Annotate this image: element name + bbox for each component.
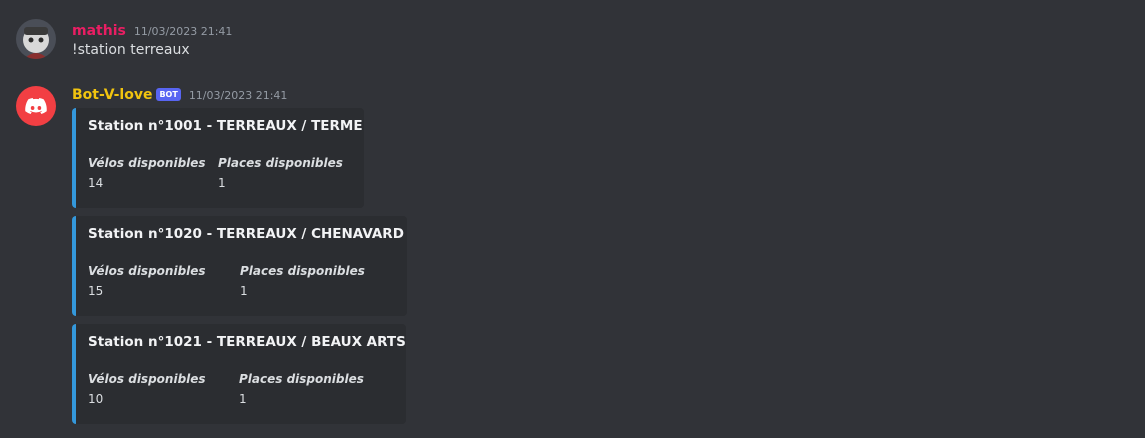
- bot-tag: BOT: [156, 88, 181, 101]
- station-embed: Station n°1020 - TERREAUX / CHENAVARD Vé…: [72, 216, 407, 316]
- timestamp[interactable]: 11/03/2023 21:41: [189, 89, 288, 102]
- station-embed: Station n°1001 - TERREAUX / TERME Vélos …: [72, 108, 364, 208]
- field-value: 1: [240, 284, 248, 298]
- field-value: 15: [88, 284, 104, 298]
- embed-title: Station n°1021 - TERREAUX / BEAUX ARTS: [88, 334, 406, 350]
- embed-field-places: Places disponibles 1: [218, 156, 343, 191]
- user-avatar-image: [16, 19, 56, 59]
- station-embed: Station n°1021 - TERREAUX / BEAUX ARTS V…: [72, 324, 406, 424]
- embed-field-velos: Vélos disponibles 15: [88, 264, 206, 299]
- timestamp[interactable]: 11/03/2023 21:41: [134, 25, 233, 38]
- field-value: 10: [88, 392, 104, 406]
- username[interactable]: mathis: [72, 23, 126, 39]
- bot-avatar[interactable]: [16, 86, 56, 126]
- field-name: Vélos disponibles: [88, 264, 206, 278]
- embed-title: Station n°1020 - TERREAUX / CHENAVARD: [88, 226, 404, 242]
- message-header: Bot-V-love BOT 11/03/2023 21:41: [72, 87, 287, 103]
- field-name: Places disponibles: [239, 372, 364, 386]
- user-avatar[interactable]: [16, 19, 56, 59]
- field-name: Vélos disponibles: [88, 156, 206, 170]
- message-content: !station terreaux: [72, 42, 190, 58]
- embed-title: Station n°1001 - TERREAUX / TERME: [88, 118, 363, 134]
- discord-logo-icon: [25, 98, 47, 114]
- field-value: 14: [88, 176, 104, 190]
- field-name: Vélos disponibles: [88, 372, 206, 386]
- field-value: 1: [218, 176, 226, 190]
- message-header: mathis 11/03/2023 21:41: [72, 23, 232, 39]
- embed-field-velos: Vélos disponibles 14: [88, 156, 206, 191]
- embed-field-places: Places disponibles 1: [240, 264, 365, 299]
- embed-field-velos: Vélos disponibles 10: [88, 372, 206, 407]
- field-name: Places disponibles: [240, 264, 365, 278]
- embed-field-places: Places disponibles 1: [239, 372, 364, 407]
- username[interactable]: Bot-V-love: [72, 87, 152, 103]
- field-value: 1: [239, 392, 247, 406]
- field-name: Places disponibles: [218, 156, 343, 170]
